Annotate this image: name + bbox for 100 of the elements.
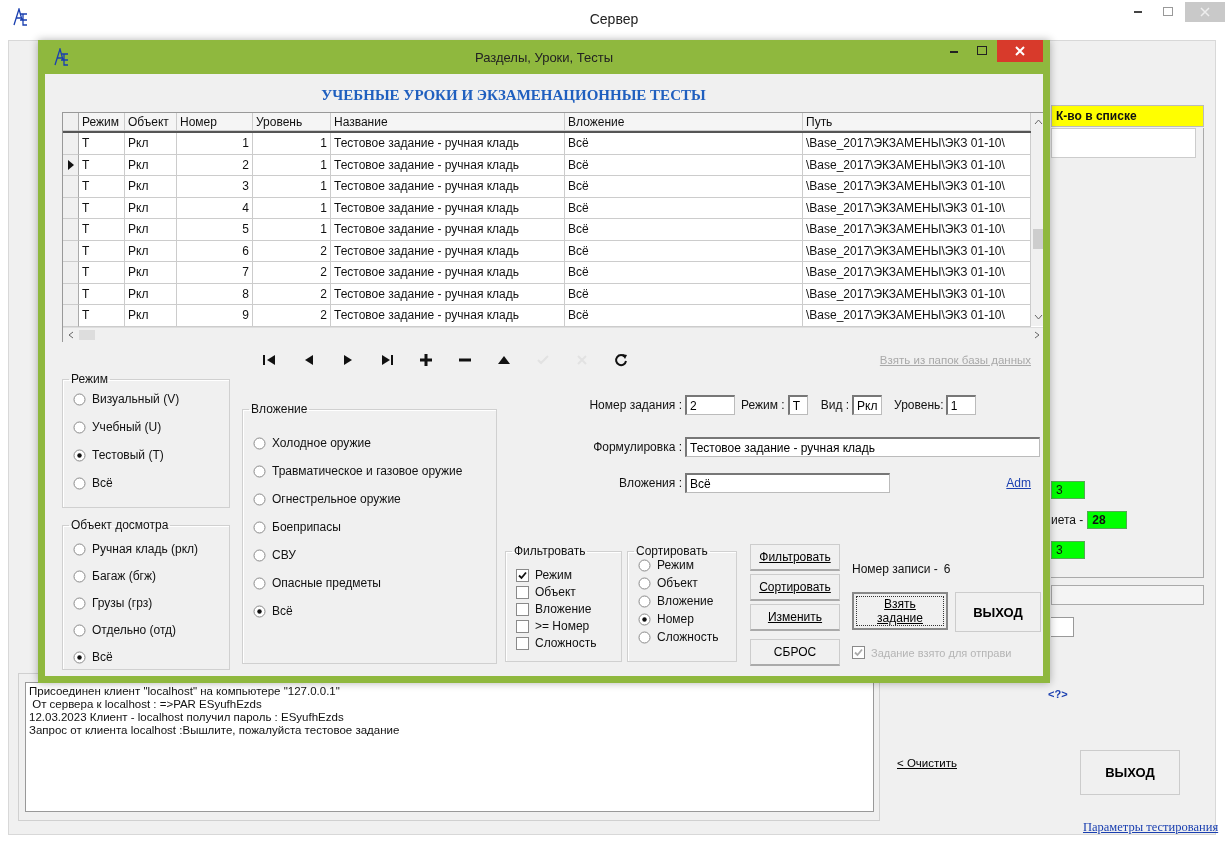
- radio-option[interactable]: Номер: [638, 612, 726, 626]
- radio-option[interactable]: СВУ: [253, 548, 486, 562]
- radio-option[interactable]: Огнестрельное оружие: [253, 492, 486, 506]
- field-label: Уровень:: [894, 398, 944, 412]
- column-header[interactable]: Название: [331, 113, 565, 131]
- close-icon[interactable]: [997, 40, 1043, 62]
- radio-option[interactable]: Багаж (бгж): [73, 569, 219, 583]
- radio-icon[interactable]: [253, 576, 266, 590]
- settings-link[interactable]: Параметры тестирования: [1083, 820, 1219, 835]
- radio-option[interactable]: Учебный (U): [73, 420, 219, 434]
- radio-icon[interactable]: [253, 492, 266, 506]
- record-number: 6: [943, 562, 951, 578]
- text-field[interactable]: Ркл: [852, 395, 883, 415]
- table-cell: \Base_2017\ЭКЗАМЕНЫ\ЭКЗ 01-10\: [803, 305, 1031, 327]
- radio-icon[interactable]: [73, 542, 86, 556]
- table-cell: Тестовое задание - ручная кладь: [331, 262, 565, 284]
- column-header[interactable]: Режим: [79, 113, 125, 131]
- radio-icon[interactable]: [73, 569, 86, 583]
- radio-option[interactable]: Тестовый (T): [73, 448, 219, 462]
- take-task-button[interactable]: Взять задание: [852, 592, 948, 630]
- radio-icon[interactable]: [638, 594, 651, 608]
- checkbox-option[interactable]: Режим: [516, 568, 611, 582]
- action-button[interactable]: Сортировать: [750, 574, 840, 601]
- vertical-scrollbar[interactable]: [1031, 113, 1043, 326]
- radio-option[interactable]: Холодное оружие: [253, 436, 486, 450]
- radio-option[interactable]: Сложность: [638, 630, 726, 644]
- last-record-icon[interactable]: [379, 352, 395, 368]
- exit-button[interactable]: ВЫХОД: [1080, 750, 1180, 795]
- checkbox-icon[interactable]: [516, 636, 529, 650]
- radio-option[interactable]: Всё: [73, 476, 219, 490]
- radio-icon[interactable]: [73, 623, 86, 637]
- column-header[interactable]: Путь: [803, 113, 1031, 131]
- table-cell: \Base_2017\ЭКЗАМЕНЫ\ЭКЗ 01-10\: [803, 133, 1031, 155]
- checkbox-icon[interactable]: [516, 619, 529, 633]
- text-field[interactable]: Тестовое задание - ручная кладь: [685, 437, 1040, 457]
- radio-icon[interactable]: [638, 576, 651, 590]
- count-list[interactable]: [1051, 128, 1196, 158]
- radio-option[interactable]: Ручная кладь (ркл): [73, 542, 219, 556]
- text-field[interactable]: 1: [945, 395, 976, 415]
- action-button[interactable]: Фильтровать: [750, 544, 840, 571]
- radio-option[interactable]: Грузы (грз): [73, 596, 219, 610]
- column-header[interactable]: Номер: [177, 113, 253, 131]
- radio-icon[interactable]: [638, 630, 651, 644]
- table-cell: Тестовое задание - ручная кладь: [331, 176, 565, 198]
- text-field[interactable]: T: [787, 395, 808, 415]
- radio-icon[interactable]: [73, 448, 86, 462]
- radio-icon[interactable]: [253, 436, 266, 450]
- checkbox-option[interactable]: Сложность: [516, 636, 611, 650]
- radio-option[interactable]: Отдельно (отд): [73, 623, 219, 637]
- refresh-icon[interactable]: [613, 352, 629, 368]
- scroll-left-icon[interactable]: [67, 329, 75, 341]
- text-field[interactable]: [1051, 585, 1204, 605]
- table-cell: Тестовое задание - ручная кладь: [331, 219, 565, 241]
- column-header[interactable]: Объект: [125, 113, 177, 131]
- radio-icon[interactable]: [73, 392, 86, 406]
- scroll-right-icon[interactable]: [1032, 329, 1040, 341]
- first-record-icon[interactable]: [262, 352, 278, 368]
- column-header[interactable]: Вложение: [565, 113, 803, 131]
- radio-option[interactable]: Травматическое и газовое оружие: [253, 464, 486, 478]
- row-header[interactable]: [63, 154, 79, 176]
- table-cell: T: [79, 305, 125, 327]
- table-cell: 4: [177, 197, 253, 219]
- text-field[interactable]: 2: [685, 395, 735, 415]
- checkbox-icon[interactable]: [516, 585, 529, 599]
- radio-option[interactable]: Опасные предметы: [253, 576, 486, 590]
- radio-icon[interactable]: [253, 604, 266, 618]
- small-field[interactable]: [1051, 617, 1074, 637]
- radio-option[interactable]: Всё: [73, 650, 219, 664]
- radio-option[interactable]: Визуальный (V): [73, 392, 219, 406]
- radio-option[interactable]: Режим: [638, 558, 726, 572]
- action-button[interactable]: Изменить: [750, 604, 840, 631]
- radio-icon[interactable]: [73, 476, 86, 490]
- text-field[interactable]: Всё: [685, 473, 890, 493]
- plus-icon[interactable]: [418, 352, 434, 368]
- radio-option[interactable]: Боеприпасы: [253, 520, 486, 534]
- checkbox-option[interactable]: Вложение: [516, 602, 611, 616]
- checkbox-option[interactable]: >= Номер: [516, 619, 611, 633]
- checkbox-icon[interactable]: [516, 568, 529, 582]
- radio-option[interactable]: Вложение: [638, 594, 726, 608]
- radio-icon[interactable]: [73, 420, 86, 434]
- adm-link[interactable]: Adm: [1006, 476, 1031, 490]
- radio-option[interactable]: Объект: [638, 576, 726, 590]
- radio-icon[interactable]: [638, 558, 651, 572]
- radio-icon[interactable]: [73, 596, 86, 610]
- radio-icon[interactable]: [253, 520, 266, 534]
- radio-icon[interactable]: [253, 548, 266, 562]
- exit-button[interactable]: ВЫХОД: [955, 592, 1041, 632]
- radio-icon[interactable]: [253, 464, 266, 478]
- column-header[interactable]: Уровень: [253, 113, 331, 131]
- radio-option[interactable]: Всё: [253, 604, 486, 618]
- checkbox-icon[interactable]: [516, 602, 529, 616]
- checkbox-option[interactable]: Объект: [516, 585, 611, 599]
- help-link[interactable]: <?>: [1048, 688, 1068, 700]
- table-cell: Тестовое задание - ручная кладь: [331, 197, 565, 219]
- radio-icon[interactable]: [73, 650, 86, 664]
- window-title: Сервер: [589, 11, 639, 27]
- radio-icon[interactable]: [638, 612, 651, 626]
- table-cell: \Base_2017\ЭКЗАМЕНЫ\ЭКЗ 01-10\: [803, 283, 1031, 305]
- clear-button[interactable]: < Очистить: [888, 748, 966, 778]
- action-button[interactable]: СБРОС: [750, 639, 840, 666]
